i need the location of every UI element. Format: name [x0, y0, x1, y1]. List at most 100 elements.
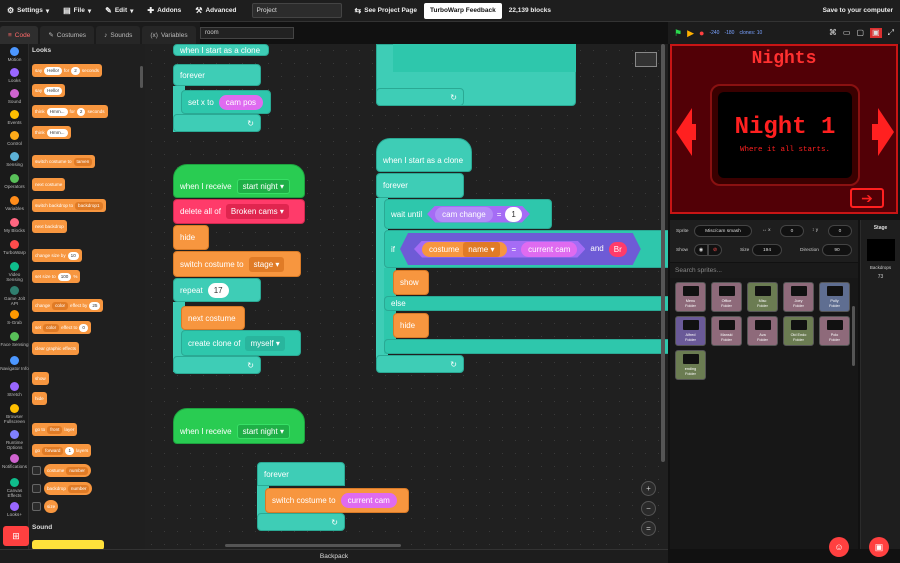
- block-input[interactable]: Hmm...: [46, 128, 68, 137]
- costume-dropdown[interactable]: stage ▾: [248, 256, 285, 272]
- br-reporter[interactable]: Br: [609, 242, 627, 257]
- wait-until-block[interactable]: wait until cam change = 1: [384, 199, 552, 229]
- tab-variables[interactable]: (x) Variables: [142, 26, 196, 44]
- palette-block[interactable]: next costume: [32, 178, 66, 191]
- green-flag-icon[interactable]: ⚑: [674, 28, 682, 39]
- block-dropdown[interactable]: backdrop1: [75, 201, 103, 210]
- workspace-vscroll[interactable]: [661, 44, 665, 462]
- forever-block[interactable]: forever: [173, 64, 261, 86]
- sprite-tile[interactable]: Misc Folder: [747, 282, 778, 312]
- hide-block-2[interactable]: hide: [393, 313, 429, 338]
- palette-block[interactable]: switch costume to tarven: [32, 155, 96, 168]
- category-control[interactable]: Control: [0, 131, 29, 146]
- category-looks[interactable]: Looks: [0, 68, 29, 83]
- block-dropdown[interactable]: number: [66, 466, 88, 475]
- palette-block[interactable]: backdrop number: [44, 482, 93, 495]
- category-events[interactable]: Events: [0, 110, 29, 125]
- block-dropdown[interactable]: color: [52, 301, 69, 310]
- category-operators[interactable]: Operators: [0, 174, 29, 189]
- palette-block[interactable]: go forward 1 layers: [32, 444, 92, 457]
- hide-block[interactable]: hide: [173, 225, 209, 250]
- create-clone-block[interactable]: create clone of myself ▾: [181, 330, 301, 356]
- small-stage-icon[interactable]: ▭: [843, 28, 851, 38]
- clone-target-dropdown[interactable]: myself ▾: [245, 335, 285, 351]
- category-sound[interactable]: Sound: [0, 89, 29, 104]
- equals-operator[interactable]: cam change = 1: [427, 206, 530, 223]
- delete-all-block[interactable]: delete all of Broken cams ▾: [173, 199, 305, 224]
- costume-attr-dropdown[interactable]: name ▾: [463, 242, 499, 257]
- list-dropdown[interactable]: Broken cams ▾: [225, 204, 289, 219]
- palette-block[interactable]: say Hello! for 2 seconds: [32, 64, 102, 77]
- choose-backdrop-button[interactable]: ▣: [869, 537, 889, 557]
- zoom-reset-button[interactable]: =: [641, 521, 656, 536]
- palette-block[interactable]: go to front layer: [32, 423, 78, 436]
- sprite-y-input[interactable]: 0: [828, 225, 852, 237]
- palette-block[interactable]: change size by 10: [32, 249, 82, 262]
- receive-hat-block-2[interactable]: when I receive start night ▾: [173, 408, 305, 444]
- block-dropdown[interactable]: color: [43, 323, 60, 332]
- sprite-x-input[interactable]: 0: [780, 225, 804, 237]
- if-else-block[interactable]: if costume name ▾ = current cam and Br: [384, 230, 668, 268]
- palette-block[interactable]: change color effect by 25: [32, 299, 104, 312]
- zoom-out-button[interactable]: −: [641, 501, 656, 516]
- category-notifications[interactable]: Notifications: [0, 454, 29, 469]
- category-canvas-effects[interactable]: Canvas Effects: [0, 478, 29, 498]
- sprite-list-scrollbar[interactable]: [852, 306, 855, 366]
- category-video-sensing[interactable]: Video Sensing: [0, 262, 29, 282]
- palette-block[interactable]: costume number: [44, 464, 91, 477]
- fullscreen-icon[interactable]: ⤢: [888, 28, 894, 38]
- next-costume-block[interactable]: next costume: [181, 306, 245, 330]
- exit-arrow-icon[interactable]: ➔: [850, 188, 884, 208]
- reporter-checkbox[interactable]: [32, 484, 41, 493]
- tab-sounds[interactable]: ♪ Sounds: [96, 26, 141, 44]
- layout-icon[interactable]: ▣: [870, 28, 882, 38]
- block-input[interactable]: 25: [89, 301, 101, 310]
- reporter-checkbox[interactable]: [32, 502, 41, 511]
- block-input[interactable]: 100: [57, 272, 72, 281]
- category-face-sensing[interactable]: Face Sensing: [0, 332, 29, 347]
- and-operator[interactable]: costume name ▾ = current cam and Br: [400, 233, 641, 265]
- category-s-grab[interactable]: S-Grab: [0, 310, 29, 325]
- block-dropdown[interactable]: forward: [42, 446, 64, 455]
- stop-icon[interactable]: ●: [699, 28, 704, 38]
- sprite-tile[interactable]: Manski Folder: [711, 316, 742, 346]
- pause-icon[interactable]: ▶: [687, 28, 694, 39]
- tab-code[interactable]: ≡ Code: [0, 26, 39, 44]
- sprite-search-input[interactable]: Search sprites...: [670, 263, 858, 278]
- see-project-page-button[interactable]: ⇆ See Project Page: [348, 0, 424, 22]
- costume-reporter[interactable]: costume name ▾: [422, 242, 507, 257]
- palette-scrollbar[interactable]: [140, 66, 143, 88]
- block-input[interactable]: Hello!: [44, 66, 62, 75]
- add-extension-button[interactable]: ⊞: [3, 526, 29, 546]
- block-input[interactable]: 2: [71, 66, 80, 75]
- category-game-jolt-api[interactable]: Game Jolt API: [0, 286, 29, 306]
- palette-block[interactable]: say Hello!: [32, 84, 65, 97]
- stage-canvas[interactable]: Nights Night 1 Where it all starts. ➔: [670, 44, 898, 214]
- block-input[interactable]: 10: [67, 251, 79, 260]
- show-block[interactable]: show: [393, 270, 429, 295]
- category-browser-fullscreen[interactable]: Browser Fullscreen: [0, 404, 29, 424]
- addons-menu[interactable]: ✚ Addons: [140, 0, 188, 22]
- sprite-tile[interactable]: Ava Folder: [747, 316, 778, 346]
- feedback-button[interactable]: TurboWarp Feedback: [423, 2, 502, 19]
- current-cam-reporter-2[interactable]: current cam: [521, 242, 577, 257]
- zoom-in-button[interactable]: +: [641, 481, 656, 496]
- workspace-minimap[interactable]: [635, 52, 657, 67]
- block-input[interactable]: 0: [79, 323, 88, 332]
- script-workspace[interactable]: when I start as a clone forever set x to…: [145, 44, 668, 549]
- palette-block[interactable]: clear graphic effects: [32, 342, 80, 355]
- category-runtime-options[interactable]: Runtime Options: [0, 430, 29, 450]
- equals-value[interactable]: 1: [505, 207, 521, 222]
- repeat-count[interactable]: 17: [207, 282, 229, 298]
- sprite-tile[interactable]: Menu Folder: [675, 282, 706, 312]
- tab-costumes[interactable]: ✎ Costumes: [40, 26, 95, 44]
- category-my-blocks[interactable]: My Blocks: [0, 218, 29, 233]
- palette-block[interactable]: size: [44, 500, 59, 513]
- palette-block[interactable]: switch backdrop to backdrop1: [32, 199, 106, 212]
- sprite-tile[interactable]: Old Endo Folder: [783, 316, 814, 346]
- current-cam-reporter[interactable]: current cam: [340, 493, 397, 508]
- file-menu[interactable]: ▤ File ▾: [56, 0, 98, 22]
- edit-menu[interactable]: ✎ Edit ▾: [98, 0, 140, 22]
- sprite-size-input[interactable]: 194: [752, 244, 782, 256]
- receive-hat-block[interactable]: when I receive start night ▾: [173, 164, 305, 198]
